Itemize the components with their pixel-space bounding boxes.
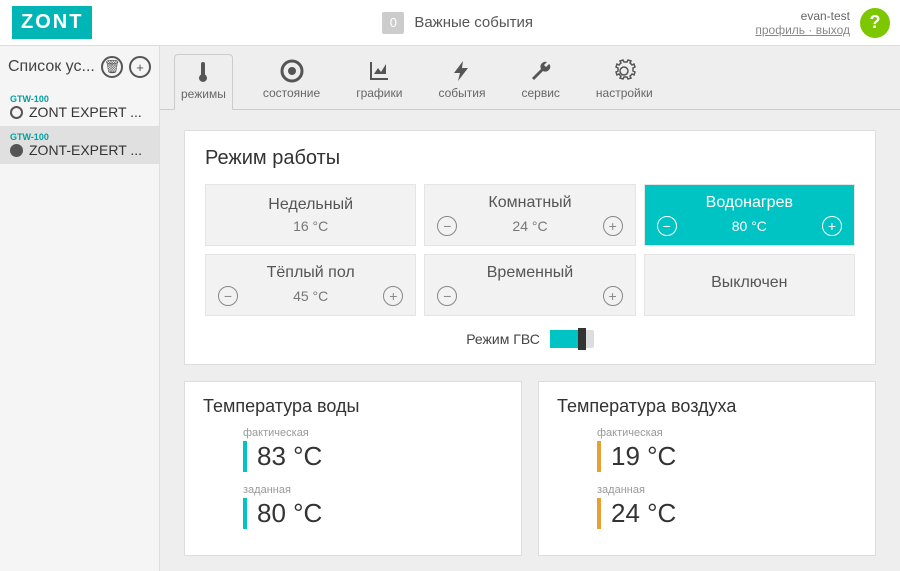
device-item[interactable]: GTW-100 ZONT-EXPERT ... [0, 126, 159, 164]
thermometer-icon [190, 59, 216, 85]
plus-icon[interactable]: + [603, 216, 623, 236]
bolt-icon [449, 58, 475, 84]
radio-icon [10, 144, 23, 157]
profile-link[interactable]: профиль [755, 23, 805, 37]
plus-icon[interactable]: + [383, 286, 403, 306]
target-icon [279, 58, 305, 84]
water-temp-card: Температура воды фактическая 83 °C задан… [184, 381, 522, 556]
modes-title: Режим работы [205, 147, 855, 170]
user-box: evan-test профиль · выход [755, 9, 850, 37]
minus-icon[interactable]: − [437, 286, 457, 306]
events-label: Важные события [414, 14, 533, 31]
radio-icon [10, 106, 23, 119]
modes-card: Режим работы Недельный 16 °C Комнатный −… [184, 130, 876, 365]
plus-icon[interactable]: + [603, 286, 623, 306]
mode-waterheat[interactable]: Водонагрев − 80 °C + [644, 184, 855, 246]
wrench-icon [528, 58, 554, 84]
trash-icon[interactable]: 🗑 [101, 56, 123, 78]
username: evan-test [755, 9, 850, 23]
logout-link[interactable]: выход [816, 23, 850, 37]
logo[interactable]: ZONT [0, 6, 160, 39]
water-target: 80 °C [243, 498, 503, 529]
gear-icon [611, 58, 637, 84]
device-item[interactable]: GTW-100 ZONT EXPERT ... [0, 88, 159, 126]
water-actual: 83 °C [243, 441, 503, 472]
mode-off[interactable]: Выключен [644, 254, 855, 316]
device-list-title: Список ус... [8, 58, 95, 76]
tab-status[interactable]: состояние [257, 54, 326, 109]
events-count-badge: 0 [382, 12, 404, 34]
events-summary[interactable]: 0 Важные события [160, 12, 755, 34]
chart-icon [366, 58, 392, 84]
add-device-icon[interactable]: + [129, 56, 151, 78]
gvs-label: Режим ГВС [466, 331, 540, 347]
minus-icon[interactable]: − [218, 286, 238, 306]
tab-settings[interactable]: настройки [590, 54, 659, 109]
mode-warmfloor[interactable]: Тёплый пол − 45 °C + [205, 254, 416, 316]
tab-service[interactable]: сервис [515, 54, 565, 109]
gvs-toggle[interactable] [550, 330, 594, 348]
air-target: 24 °C [597, 498, 857, 529]
sidebar: Список ус... 🗑 + GTW-100 ZONT EXPERT ...… [0, 46, 160, 571]
minus-icon[interactable]: − [657, 216, 677, 236]
mode-room[interactable]: Комнатный − 24 °C + [424, 184, 635, 246]
tabs: режимы состояние графики события сервис … [160, 46, 900, 110]
air-actual: 19 °C [597, 441, 857, 472]
minus-icon[interactable]: − [437, 216, 457, 236]
tab-events[interactable]: события [432, 54, 491, 109]
plus-icon[interactable]: + [822, 216, 842, 236]
air-temp-card: Температура воздуха фактическая 19 °C за… [538, 381, 876, 556]
tab-charts[interactable]: графики [350, 54, 408, 109]
mode-weekly[interactable]: Недельный 16 °C [205, 184, 416, 246]
tab-modes[interactable]: режимы [174, 54, 233, 110]
mode-temporary[interactable]: Временный − + [424, 254, 635, 316]
help-button[interactable]: ? [860, 8, 890, 38]
header: ZONT 0 Важные события evan-test профиль … [0, 0, 900, 46]
